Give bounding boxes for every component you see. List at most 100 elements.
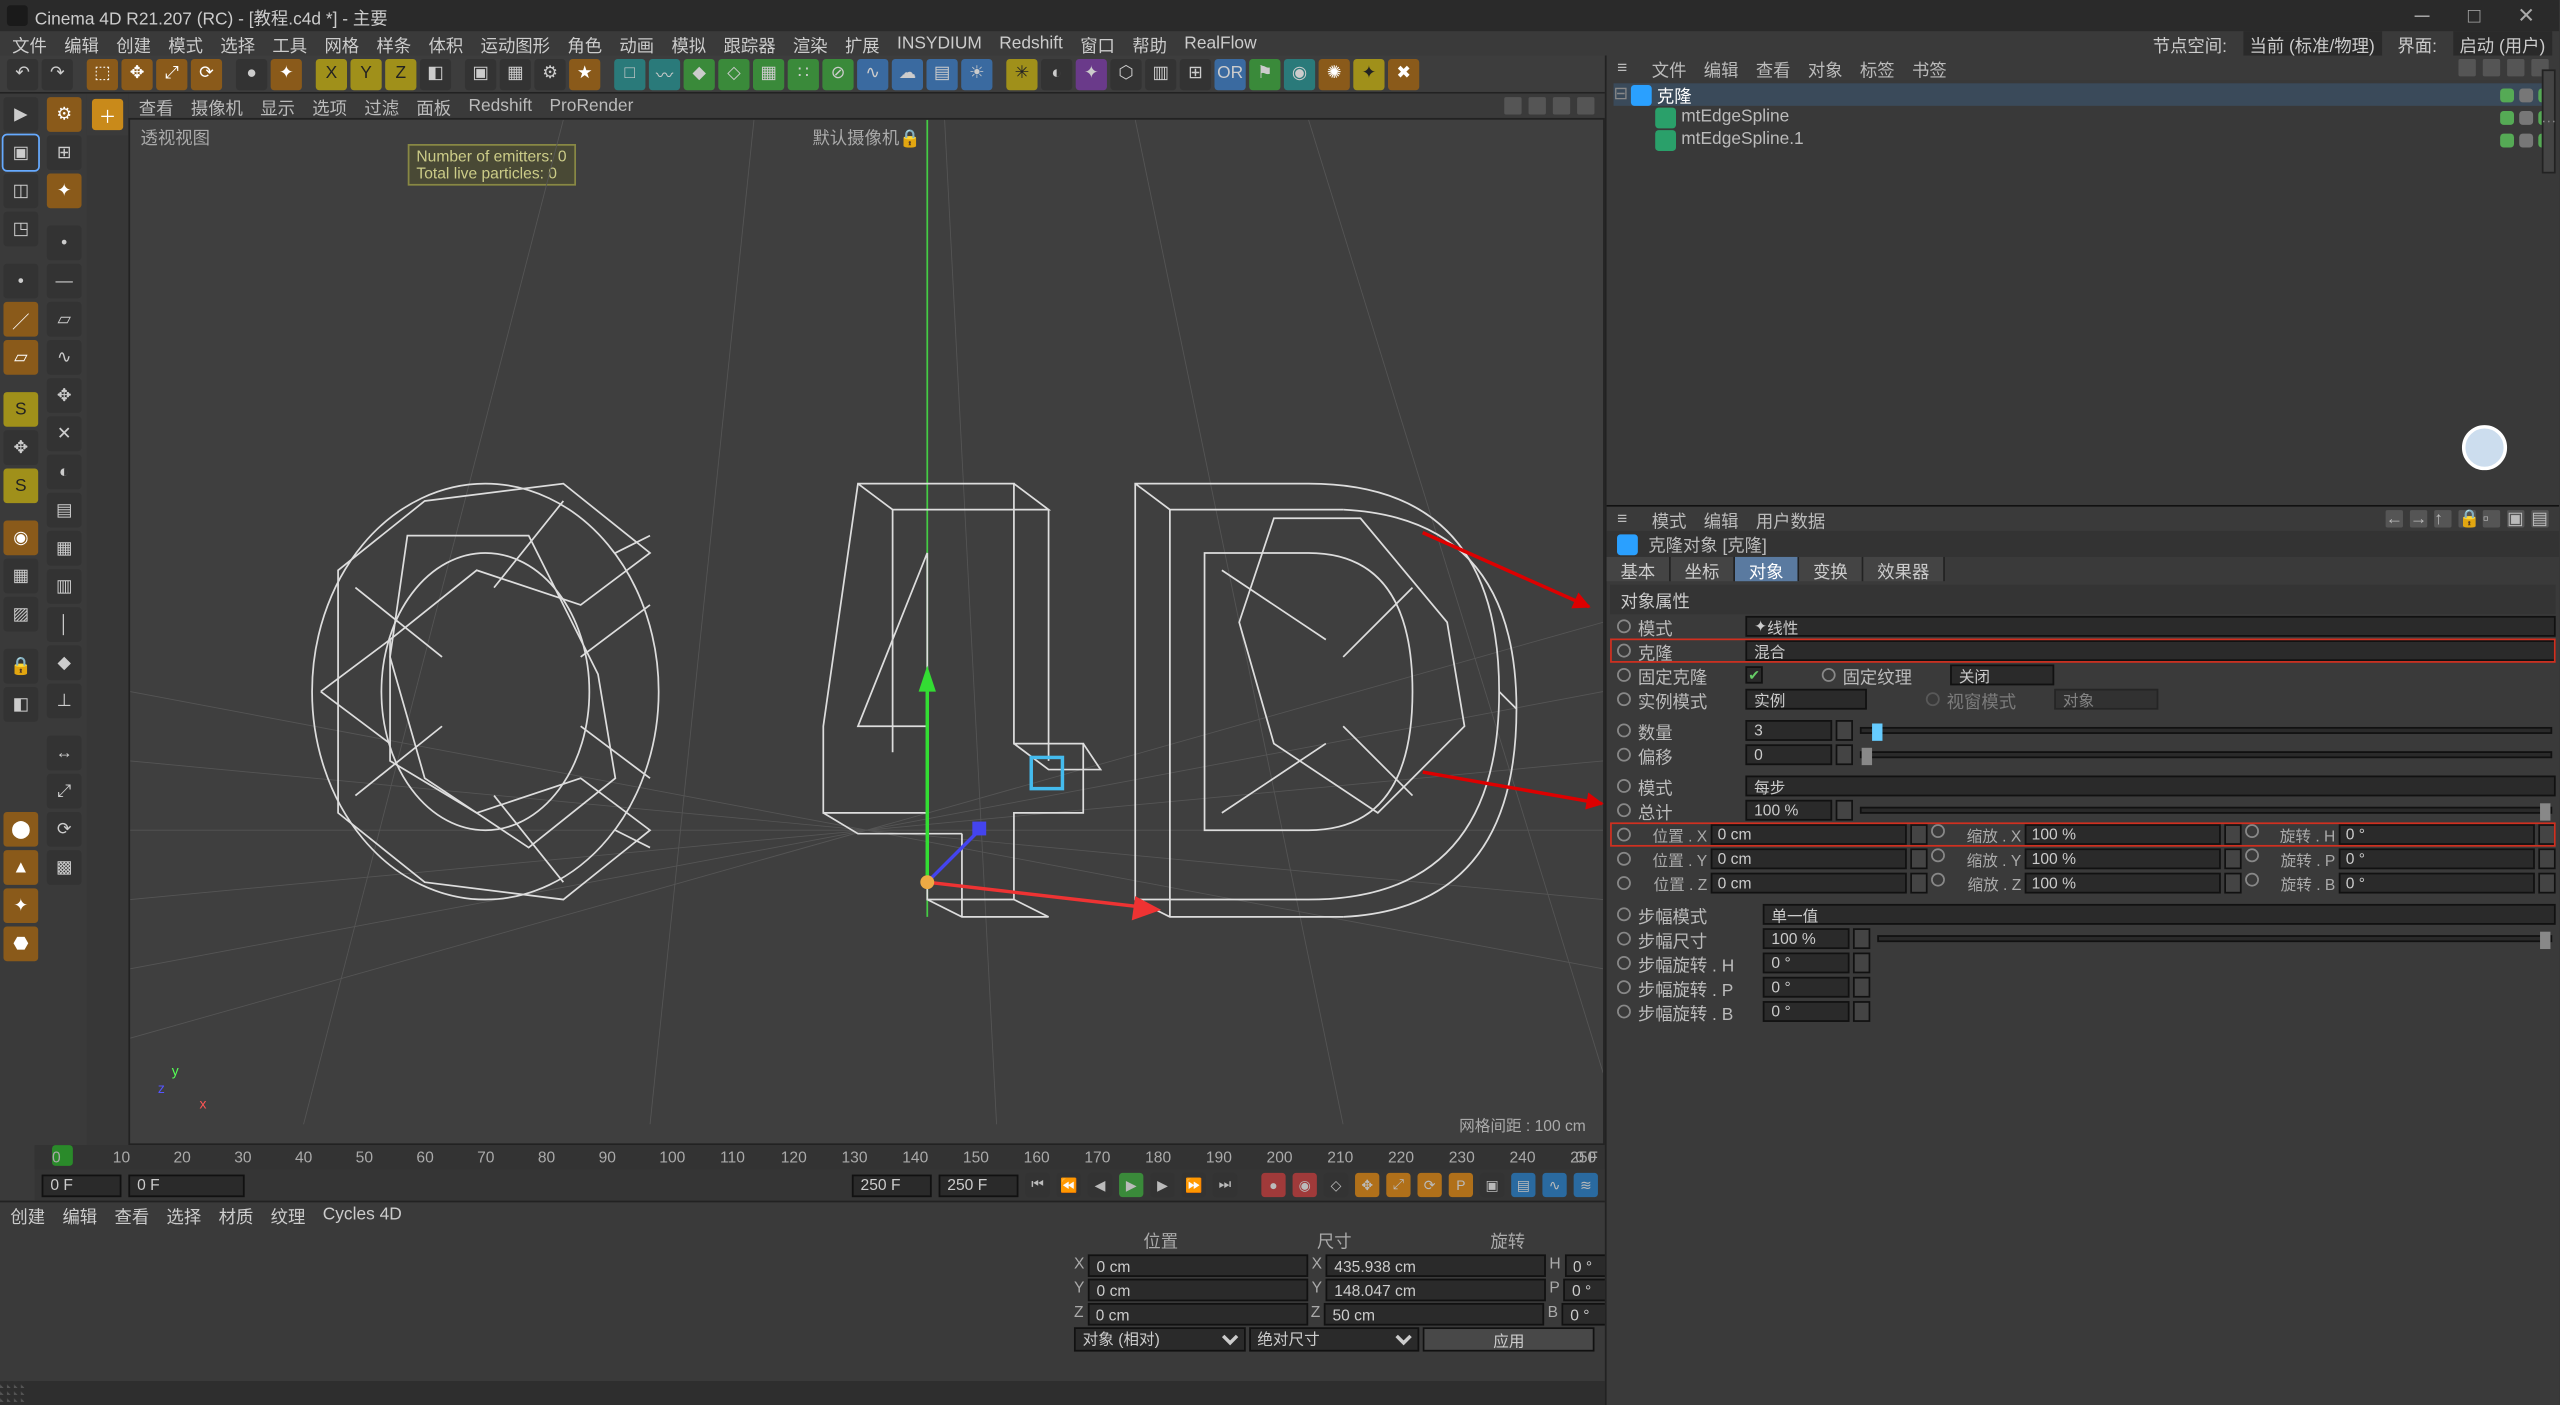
om-search-icon[interactable] [2458, 59, 2475, 76]
play-button[interactable]: ▶ [1119, 1173, 1143, 1197]
attr-fixclone-checkbox[interactable]: ✔ [1745, 666, 1762, 683]
key-pla-button[interactable]: ▣ [1480, 1173, 1504, 1197]
last-tool-button[interactable]: ● [236, 58, 267, 89]
quantize-scale-button[interactable]: ⤢ [47, 774, 82, 809]
axis-mod-button[interactable]: ✥ [3, 430, 38, 465]
timeline-end-display[interactable]: 250 F [939, 1174, 1019, 1197]
menu-redshift[interactable]: Redshift [994, 34, 1068, 53]
timeline-motion-button[interactable]: ≋ [1574, 1173, 1598, 1197]
y-axis-button[interactable]: Y [350, 58, 381, 89]
plugin2-icon[interactable]: ✦ [1076, 58, 1107, 89]
snap-guide-button[interactable]: │ [47, 607, 82, 642]
object-tree-row[interactable]: mtEdgeSpline [1614, 106, 2553, 129]
attr-total-slider[interactable] [1860, 807, 2552, 814]
attr-scale-input[interactable]: 100 % [2025, 848, 2221, 869]
key-pos-button[interactable]: ✥ [1355, 1173, 1379, 1197]
deformer-button[interactable]: ∿ [857, 58, 888, 89]
right-dock-handle[interactable]: ⋮ [2542, 69, 2556, 173]
prev-frame-button[interactable]: ◀ [1088, 1173, 1112, 1197]
gear-icon[interactable]: ⚙ [47, 97, 82, 132]
keyframe-sel-button[interactable]: ◇ [1324, 1173, 1348, 1197]
workplane-button[interactable]: ◳ [3, 212, 38, 247]
menu-mograph[interactable]: 运动图形 [475, 30, 555, 56]
attr-stepsize-input[interactable]: 100 % [1763, 928, 1850, 949]
coord-pos-input[interactable] [1088, 1254, 1308, 1277]
viewport-grid-button[interactable]: ▦ [3, 559, 38, 594]
render-region-button[interactable]: ▦ [500, 58, 531, 89]
matmenu-select[interactable]: 选择 [167, 1201, 202, 1227]
environment-button[interactable]: ☁ [892, 58, 923, 89]
attr-steprot-input[interactable]: 0 ° [1763, 977, 1850, 998]
view-nav2-icon[interactable] [1529, 97, 1546, 114]
coord-sizemode-select[interactable]: 绝对尺寸 [1249, 1327, 1420, 1351]
viewmenu-options[interactable]: 选项 [312, 93, 347, 119]
resize-grip-icon[interactable] [0, 1381, 24, 1405]
object-tree[interactable]: ⊟克隆 mtEdgeSpline mtEdgeSpline.1 [1607, 80, 2560, 505]
visibility-render-icon[interactable] [2519, 133, 2533, 147]
axis-lock-button[interactable]: ✦ [271, 58, 302, 89]
matmenu-view[interactable]: 查看 [115, 1201, 150, 1227]
am-menu-mode[interactable]: 模式 [1652, 506, 1687, 532]
autokey-button[interactable]: ◉ [1293, 1173, 1317, 1197]
visibility-editor-icon[interactable] [2500, 110, 2514, 124]
plugin6-icon[interactable]: OR [1215, 58, 1246, 89]
menu-tools[interactable]: 工具 [267, 30, 312, 56]
am-back-icon[interactable]: ← [2386, 510, 2403, 527]
attr-pos-input[interactable]: 0 cm [1711, 848, 1907, 869]
menu-realflow[interactable]: RealFlow [1179, 34, 1262, 53]
attr-tab-3[interactable]: 变换 [1799, 557, 1863, 581]
coord-size-input[interactable] [1326, 1279, 1546, 1302]
attr-scale-spin[interactable] [2224, 873, 2241, 894]
xpresso-icon[interactable]: ✳ [1006, 58, 1037, 89]
timeline-dopesheet-button[interactable]: ▤ [1511, 1173, 1535, 1197]
snap-gridline-button[interactable]: ▥ [47, 569, 82, 604]
next-frame-button[interactable]: ▶ [1150, 1173, 1174, 1197]
visibility-editor-icon[interactable] [2500, 133, 2514, 147]
snap-mid-button[interactable]: ◐ [47, 455, 82, 490]
attr-rot-spin[interactable] [2538, 848, 2555, 869]
plugin9-icon[interactable]: ✺ [1319, 58, 1350, 89]
timeline-start-input[interactable]: 0 F [128, 1174, 244, 1197]
menu-volume[interactable]: 体积 [423, 30, 468, 56]
x-axis-button[interactable]: X [316, 58, 347, 89]
om-menu-object[interactable]: 对象 [1808, 55, 1843, 81]
key-param-button[interactable]: P [1449, 1173, 1473, 1197]
attr-offset-slider[interactable] [1860, 751, 2552, 758]
matmenu-texture[interactable]: 纹理 [271, 1201, 306, 1227]
record-button[interactable]: ● [1261, 1173, 1285, 1197]
filter4-button[interactable]: ⬣ [3, 926, 38, 961]
attr-tab-1[interactable]: 坐标 [1671, 557, 1735, 581]
viewmenu-filter[interactable]: 过滤 [364, 93, 399, 119]
edge-mode-button[interactable]: ／ [3, 302, 38, 337]
object-tree-row[interactable]: ⊟克隆 [1614, 83, 2553, 106]
attr-fixtex-select[interactable]: 关闭 [1950, 665, 2054, 686]
close-button[interactable]: ✕ [2500, 3, 2552, 27]
attr-offset-spin[interactable] [1836, 744, 1853, 765]
viewmenu-view[interactable]: 查看 [139, 93, 174, 119]
menu-animate[interactable]: 动画 [614, 30, 659, 56]
model-mode-button[interactable]: ▣ [3, 135, 38, 170]
undo-button[interactable]: ↶ [7, 58, 38, 89]
filter2-button[interactable]: ▲ [3, 850, 38, 885]
coord-size-input[interactable] [1324, 1303, 1544, 1326]
coord-pos-input[interactable] [1087, 1303, 1307, 1326]
snap-toggle-button[interactable]: ✦ [47, 174, 82, 209]
attr-steprot-spin[interactable] [1853, 953, 1870, 974]
make-editable-button[interactable]: ▶ [3, 97, 38, 132]
attr-rot-spin[interactable] [2538, 873, 2555, 894]
attr-stepmode-select[interactable]: 单一值 [1763, 904, 2556, 925]
texture-mode-button[interactable]: ◫ [3, 174, 38, 209]
viewport-3d[interactable]: 透视视图 默认摄像机🔒 Number of emitters: 0 Total … [128, 118, 1604, 1145]
menu-render[interactable]: 渲染 [788, 30, 833, 56]
snap-settings-button[interactable]: ⊞ [47, 135, 82, 170]
attr-total-input[interactable]: 100 % [1745, 800, 1832, 821]
plugin4-icon[interactable]: ▥ [1145, 58, 1176, 89]
snap-workplane-button[interactable]: ▤ [47, 493, 82, 528]
viewport-grid2-button[interactable]: ▨ [3, 597, 38, 632]
key-rot-button[interactable]: ⟳ [1417, 1173, 1441, 1197]
matmenu-cycles[interactable]: Cycles 4D [323, 1205, 402, 1224]
visibility-render-icon[interactable] [2519, 88, 2533, 102]
om-menu-edit[interactable]: 编辑 [1704, 55, 1739, 81]
attr-pos-input[interactable]: 0 cm [1711, 824, 1907, 845]
object-name[interactable]: mtEdgeSpline [1681, 108, 2500, 127]
